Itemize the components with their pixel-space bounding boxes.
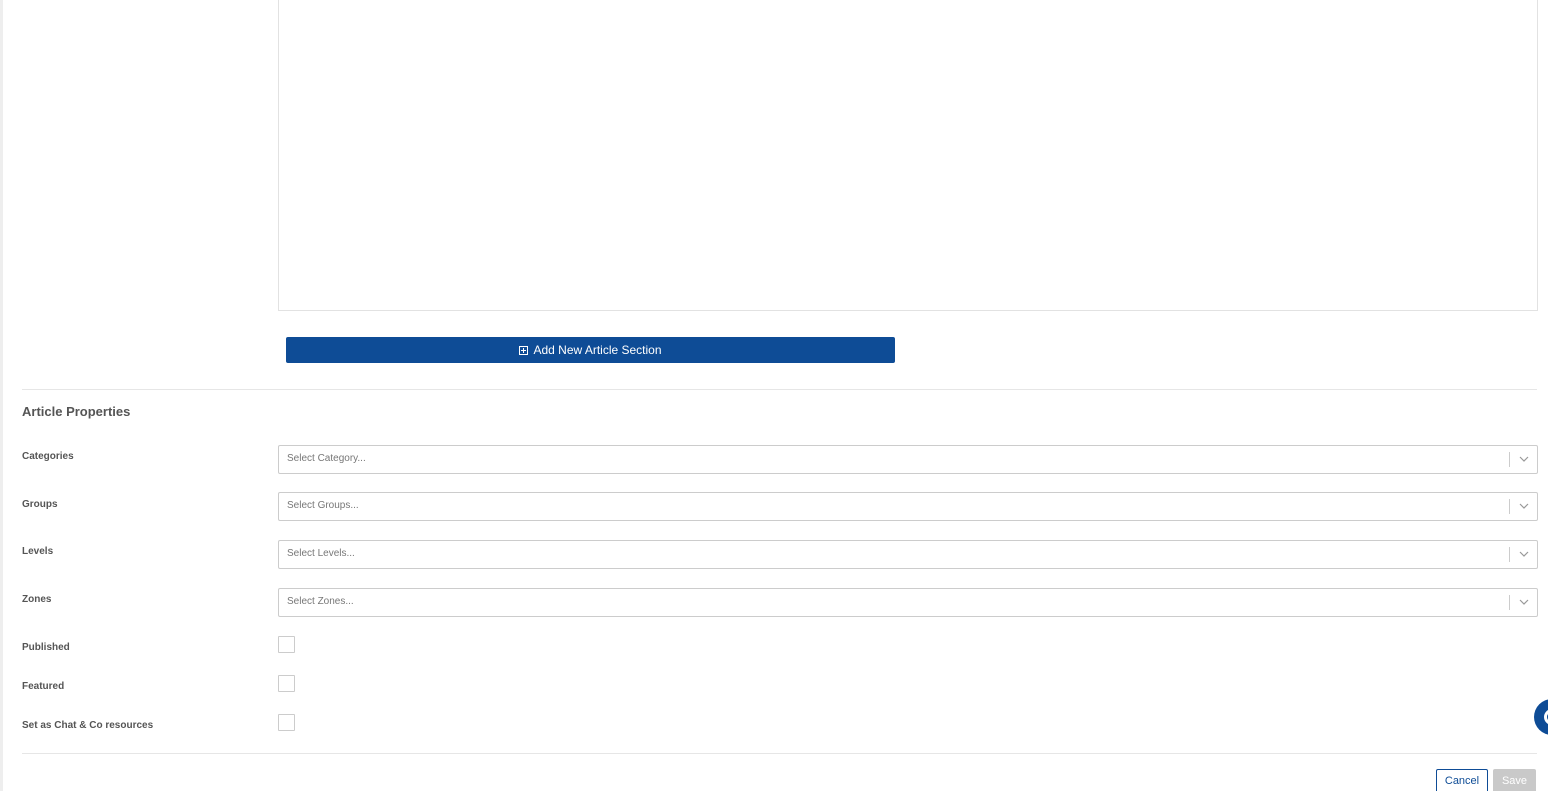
article-section-editor[interactable] xyxy=(278,0,1538,311)
chat-bubble-icon[interactable] xyxy=(1534,699,1548,735)
add-article-section-label: Add New Article Section xyxy=(533,343,662,357)
chevron-down-icon[interactable] xyxy=(1519,455,1529,463)
chevron-down-icon[interactable] xyxy=(1519,502,1529,510)
categories-label: Categories xyxy=(22,451,74,462)
chevron-down-icon[interactable] xyxy=(1519,598,1529,606)
levels-label: Levels xyxy=(22,546,54,557)
featured-checkbox[interactable] xyxy=(278,675,295,692)
categories-placeholder: Select Category... xyxy=(287,453,366,464)
save-button[interactable]: Save xyxy=(1493,769,1536,791)
chat-resources-label: Set as Chat & Co resources xyxy=(22,720,154,731)
groups-placeholder: Select Groups... xyxy=(287,500,359,511)
published-checkbox[interactable] xyxy=(278,636,295,653)
chat-resources-checkbox[interactable] xyxy=(278,714,295,731)
chat-bubble-inner xyxy=(1544,709,1548,725)
add-article-section-button[interactable]: Add New Article Section xyxy=(286,337,895,363)
groups-select[interactable]: Select Groups... xyxy=(278,492,1538,521)
select-separator xyxy=(1509,547,1510,562)
plus-square-icon xyxy=(519,345,529,355)
select-separator xyxy=(1509,595,1510,610)
cancel-button[interactable]: Cancel xyxy=(1436,769,1488,791)
published-label: Published xyxy=(22,642,70,653)
select-separator xyxy=(1509,452,1510,467)
categories-select[interactable]: Select Category... xyxy=(278,445,1538,474)
left-scroll-gutter xyxy=(0,0,3,791)
zones-placeholder: Select Zones... xyxy=(287,596,354,607)
footer-divider xyxy=(22,753,1537,754)
article-properties-title: Article Properties xyxy=(22,404,131,419)
section-divider xyxy=(22,389,1537,390)
featured-label: Featured xyxy=(22,681,65,692)
select-separator xyxy=(1509,499,1510,514)
zones-label: Zones xyxy=(22,594,52,605)
zones-select[interactable]: Select Zones... xyxy=(278,588,1538,617)
levels-placeholder: Select Levels... xyxy=(287,548,355,559)
chevron-down-icon[interactable] xyxy=(1519,550,1529,558)
levels-select[interactable]: Select Levels... xyxy=(278,540,1538,569)
article-editor-page: Add New Article Section Article Properti… xyxy=(0,0,1548,791)
groups-label: Groups xyxy=(22,499,58,510)
